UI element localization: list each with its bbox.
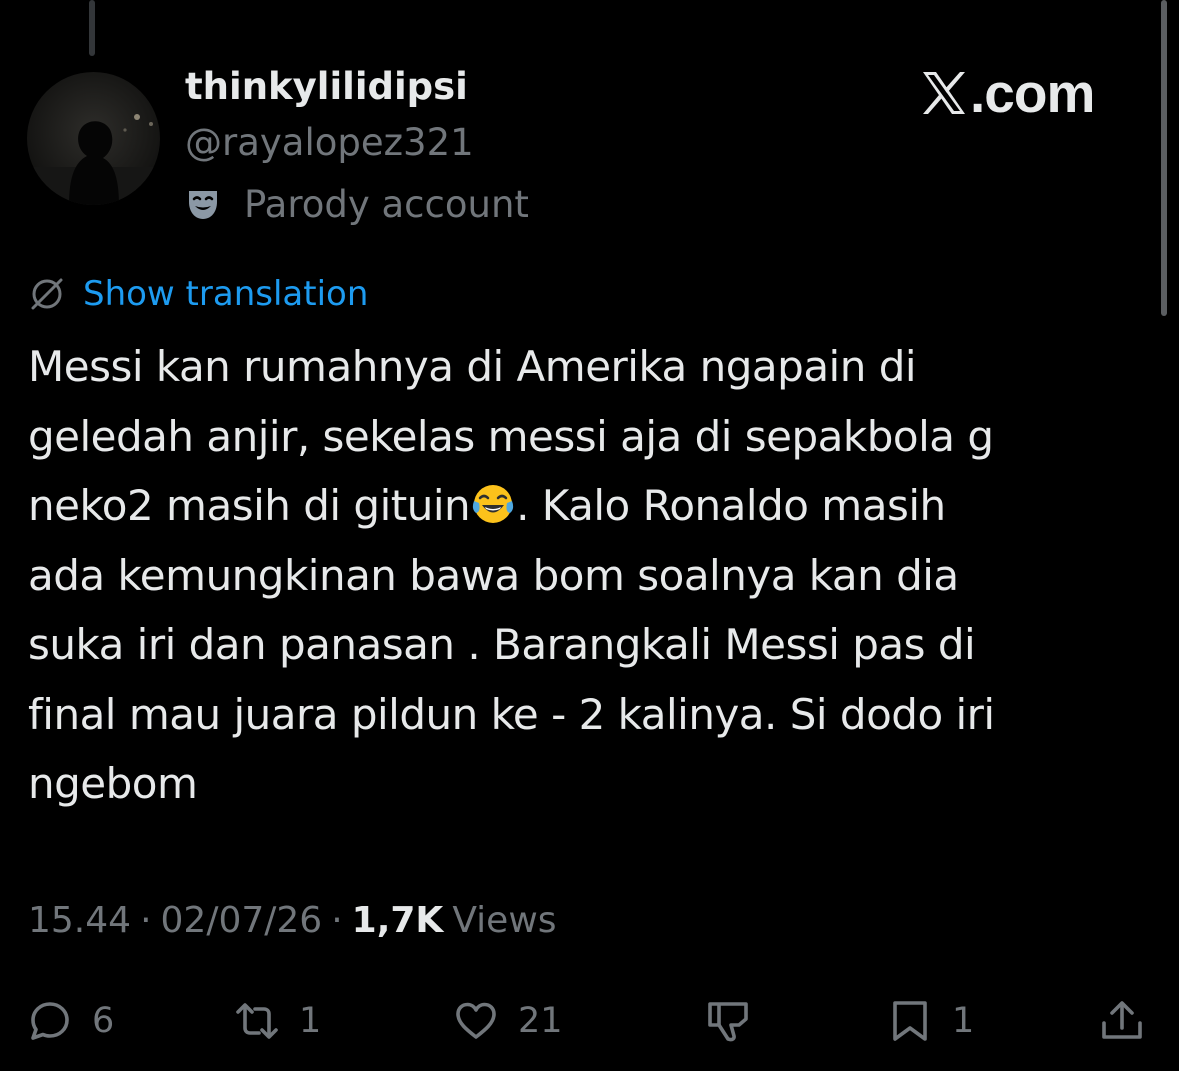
repost-button[interactable]: 1 xyxy=(235,994,321,1048)
repost-icon xyxy=(235,999,279,1043)
tweet-line: suka iri dan panasan . Barangkali Messi … xyxy=(28,620,976,669)
bookmark-button[interactable]: 1 xyxy=(888,994,974,1048)
bookmark-icon xyxy=(888,999,932,1043)
tweet-text: Messi kan rumahnya di Amerika ngapain di… xyxy=(28,332,1138,819)
repost-count: 1 xyxy=(299,1001,322,1041)
reply-icon xyxy=(28,999,72,1043)
share-button[interactable] xyxy=(1100,994,1144,1048)
tweet-line: ngebom xyxy=(28,759,198,808)
like-count: 21 xyxy=(518,1001,563,1041)
globe-icon xyxy=(28,275,66,313)
show-translation-label[interactable]: Show translation xyxy=(83,274,368,314)
parody-badge: Parody account xyxy=(185,179,529,229)
brand-domain-text: .com xyxy=(970,62,1095,124)
tweet-line-segment: neko2 masih di gituin xyxy=(28,481,471,530)
drama-mask-icon xyxy=(185,186,221,222)
tweet-line: ada kemungkinan bawa bom soalnya kan dia xyxy=(28,550,959,600)
reply-button[interactable]: 6 xyxy=(28,994,114,1048)
views-label: Views xyxy=(452,899,557,941)
x-logo-icon xyxy=(920,69,968,117)
downvote-button[interactable] xyxy=(706,994,750,1048)
author-display-name[interactable]: thinkylilidipsi xyxy=(185,65,468,108)
x-com-watermark: .com xyxy=(920,58,1120,128)
meta-separator: · xyxy=(140,899,152,941)
reply-count: 6 xyxy=(92,1001,115,1041)
post-date[interactable]: 02/07/26 xyxy=(161,900,323,941)
post-time[interactable]: 15.44 xyxy=(28,900,131,941)
post-meta: 15.44 · 02/07/26 · 1,7K Views xyxy=(28,895,557,945)
avatar[interactable] xyxy=(27,72,160,205)
tweet-line: neko2 masih di gituin . Kalo Ronaldo mas… xyxy=(28,471,1138,541)
show-translation-link[interactable]: Show translation xyxy=(28,270,368,318)
scrollbar[interactable] xyxy=(1161,0,1167,316)
meta-separator: · xyxy=(331,899,343,941)
heart-icon xyxy=(454,999,498,1043)
tweet-line: Messi kan rumahnya di Amerika ngapain di xyxy=(28,342,917,391)
tweet-line-segment: . Kalo Ronaldo masih xyxy=(516,481,946,530)
bookmark-count: 1 xyxy=(952,1001,975,1041)
views-count[interactable]: 1,7K xyxy=(352,900,444,941)
downvote-icon xyxy=(706,999,750,1043)
like-button[interactable]: 21 xyxy=(454,994,563,1048)
tweet-line: geledah anjir, sekelas messi aja di sepa… xyxy=(28,411,994,461)
thread-connector-line xyxy=(89,0,95,56)
share-icon xyxy=(1100,999,1144,1043)
author-handle[interactable]: @rayalopez321 xyxy=(185,121,474,164)
parody-badge-label: Parody account xyxy=(244,182,529,226)
tweet-line: final mau juara pildun ke - 2 kalinya. S… xyxy=(28,689,995,739)
tears-of-joy-emoji xyxy=(471,482,515,526)
